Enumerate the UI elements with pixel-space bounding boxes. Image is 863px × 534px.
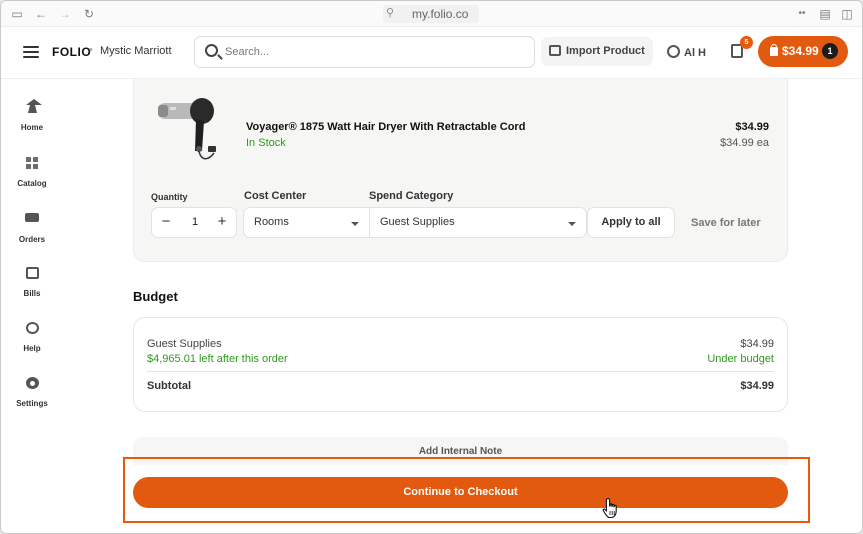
user-menu[interactable]: Al H [667, 45, 706, 59]
unit-price: $34.99 ea [720, 137, 769, 149]
sidebar-item-help[interactable]: Help [1, 322, 63, 370]
sidebar-item-label: Settings [16, 399, 48, 408]
app-header: FOLIO • Mystic Marriott Import Product A… [1, 27, 862, 79]
sidebar: Home Catalog Orders Bills Help Settings [1, 79, 63, 533]
extension-icon[interactable]: •• [794, 6, 810, 22]
search-input[interactable] [225, 43, 515, 61]
divider [147, 371, 774, 372]
link-icon: ⚲ [386, 7, 395, 19]
bills-icon [25, 267, 39, 279]
decrement-button[interactable]: − [158, 214, 174, 230]
product-image[interactable] [156, 91, 218, 169]
budget-category: Guest Supplies [147, 338, 222, 350]
sidebar-item-label: Bills [23, 289, 41, 298]
spend-category-label: Spend Category [369, 190, 454, 202]
chevron-down-icon [351, 222, 359, 226]
back-icon[interactable]: ← [33, 6, 49, 22]
home-icon [25, 99, 42, 113]
stock-status: In Stock [246, 137, 286, 149]
sidebar-item-orders[interactable]: Orders [1, 213, 63, 261]
sidebar-item-settings[interactable]: Settings [1, 377, 63, 425]
budget-heading: Budget [133, 289, 178, 304]
quantity-value[interactable]: 1 [189, 216, 201, 228]
bag-icon [770, 44, 778, 56]
address-bar[interactable]: ⚲ my.folio.co [383, 5, 479, 23]
sidebar-item-label: Home [20, 123, 44, 132]
apply-to-all-button[interactable]: Apply to all [587, 207, 675, 238]
budget-remaining: $4,965.01 left after this order [147, 353, 288, 365]
reader-icon[interactable]: ▤ [817, 6, 833, 22]
spend-category-select[interactable]: Guest Supplies [369, 207, 587, 238]
subtotal-value: $34.99 [740, 380, 774, 392]
catalog-icon [25, 157, 39, 169]
cost-center-label: Cost Center [244, 190, 307, 202]
spend-category-value: Guest Supplies [380, 216, 455, 228]
budget-card: Guest Supplies $4,965.01 left after this… [133, 317, 788, 412]
budget-amount: $34.99 [740, 338, 774, 350]
hand-cursor-icon [602, 497, 617, 519]
cart-line-item: Voyager® 1875 Watt Hair Dryer With Retra… [133, 79, 788, 262]
cost-center-value: Rooms [254, 216, 289, 228]
sidebar-item-home[interactable]: Home [1, 99, 63, 149]
browser-window: ▭ ← → ↻ ⚲ my.folio.co •• ▤ ◫ FOLIO • Mys… [0, 0, 863, 534]
sidebar-item-label: Orders [18, 235, 46, 244]
line-total: $34.99 [735, 121, 769, 133]
forward-icon[interactable]: → [57, 6, 73, 22]
sidebar-toggle-icon[interactable]: ▭ [9, 6, 25, 22]
sidebar-item-catalog[interactable]: Catalog [1, 157, 63, 205]
increment-button[interactable]: + [214, 214, 230, 230]
menu-icon[interactable] [23, 46, 39, 58]
brand-separator: • [89, 44, 93, 56]
save-for-later-link[interactable]: Save for later [691, 217, 761, 229]
import-product-label: Import Product [566, 45, 645, 57]
sidebar-item-bills[interactable]: Bills [1, 267, 63, 315]
image-add-icon [549, 45, 561, 56]
quantity-label: Quantity [151, 192, 188, 202]
subtotal-label: Subtotal [147, 380, 191, 392]
browser-toolbar: ▭ ← → ↻ ⚲ my.folio.co •• ▤ ◫ [1, 1, 862, 27]
cart-button[interactable]: $34.99 1 [758, 36, 848, 67]
import-product-button[interactable]: Import Product [541, 37, 653, 66]
sidebar-item-label: Help [23, 344, 41, 353]
chevron-down-icon [568, 222, 576, 226]
cost-center-select[interactable]: Rooms [243, 207, 370, 238]
user-name: Al H [684, 47, 706, 59]
gear-icon [25, 377, 39, 389]
organization-name[interactable]: Mystic Marriott [100, 45, 172, 57]
notification-badge: 5 [740, 36, 753, 49]
search-box[interactable] [194, 36, 535, 68]
quantity-stepper: − 1 + [151, 207, 237, 238]
brand-logo[interactable]: FOLIO [52, 45, 91, 59]
cart-count-badge: 1 [822, 43, 838, 59]
search-icon [205, 44, 218, 57]
split-view-icon[interactable]: ◫ [839, 6, 855, 22]
reload-icon[interactable]: ↻ [81, 6, 97, 22]
user-icon [667, 45, 680, 58]
budget-status: Under budget [707, 353, 774, 365]
cart-amount: $34.99 [782, 44, 819, 58]
sidebar-item-label: Catalog [17, 179, 47, 188]
help-icon [25, 322, 39, 334]
product-name[interactable]: Voyager® 1875 Watt Hair Dryer With Retra… [246, 121, 525, 133]
truck-icon [25, 213, 39, 222]
url-text: my.folio.co [412, 7, 469, 21]
continue-to-checkout-button[interactable]: Continue to Checkout [133, 477, 788, 508]
